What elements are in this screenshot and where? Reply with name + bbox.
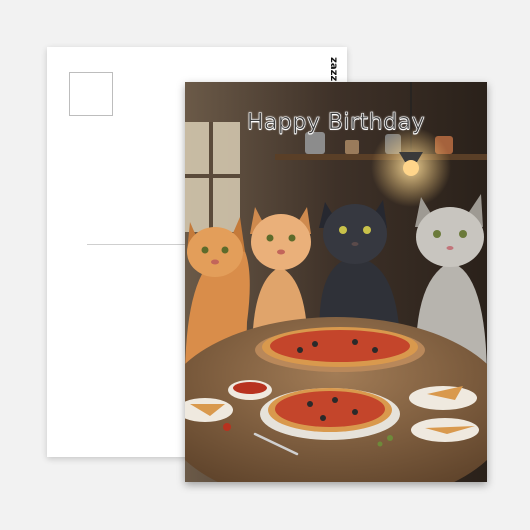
tomato-sauce-bowl — [228, 380, 272, 400]
greeting-title: Happy Birthday — [246, 110, 426, 136]
address-divider — [87, 244, 187, 245]
pizza-front — [260, 388, 400, 440]
pot-icon — [305, 132, 325, 154]
birthday-cats-illustration — [185, 82, 487, 482]
postcard-front: Happy Birthday — [185, 82, 487, 482]
stamp-box — [69, 72, 113, 116]
